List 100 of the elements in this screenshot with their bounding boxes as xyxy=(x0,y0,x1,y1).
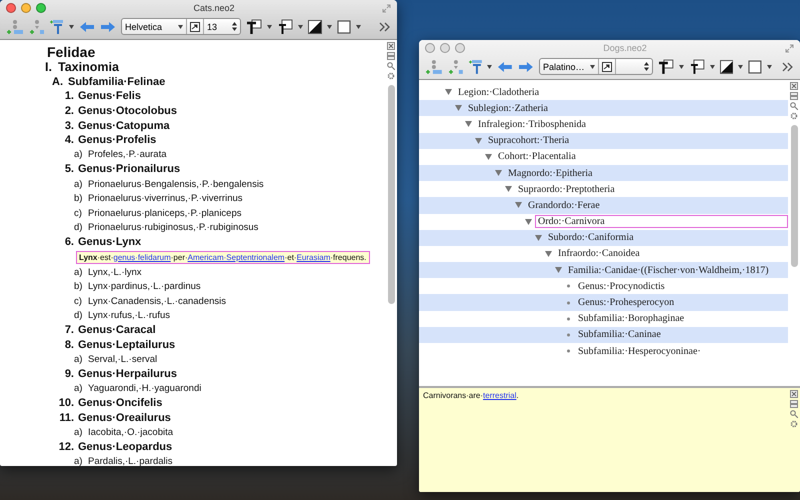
text-style-icon[interactable] xyxy=(658,58,674,74)
close-pane-icon[interactable] xyxy=(790,82,798,90)
fullscreen-icon[interactable] xyxy=(785,44,794,52)
text-style-icon[interactable] xyxy=(246,18,262,34)
disclosure-triangle-icon[interactable] xyxy=(525,218,532,225)
outline-item: Pardalis,·L.·pardalis xyxy=(88,456,172,466)
forward-arrow-icon[interactable] xyxy=(100,20,116,32)
outline-number: a) xyxy=(74,178,84,190)
outline-number: 5. xyxy=(64,163,74,176)
outline-item[interactable]: Supraordo:·Preptotheria xyxy=(515,182,788,196)
settings-icon[interactable] xyxy=(790,420,798,428)
add-child-icon[interactable] xyxy=(448,58,464,74)
border-icon[interactable] xyxy=(748,60,762,74)
document-heading: Felidae xyxy=(47,44,96,60)
overflow-chevron-icon[interactable] xyxy=(379,22,391,32)
caret-icon xyxy=(267,24,272,28)
fullscreen-icon[interactable] xyxy=(382,4,391,12)
hyperlink[interactable]: Americam·Septentrionalem xyxy=(188,252,285,262)
disclosure-triangle-icon[interactable] xyxy=(455,105,462,112)
fill-color-icon[interactable] xyxy=(720,60,734,74)
outline-item: Prionaelurus·rubiginosus,·P.·rubiginosus xyxy=(88,222,258,234)
outline-item[interactable]: Legion:·Cladotheria xyxy=(455,86,788,99)
scrollbar-thumb[interactable] xyxy=(388,85,394,304)
disclosure-triangle-icon[interactable] xyxy=(485,154,492,160)
stepper-icon xyxy=(232,22,237,31)
outline-number: 4. xyxy=(64,134,74,146)
outline-number: a) xyxy=(74,427,84,438)
add-sibling-icon[interactable] xyxy=(6,18,24,34)
outline-item[interactable]: Subfamilia:·Hesperocyoninae· xyxy=(575,344,788,358)
outline-item: Genus·Lynx xyxy=(78,236,142,248)
disclosure-triangle-icon[interactable] xyxy=(505,186,512,192)
outline-item: Lynx·Canadensis,·L.·canadensis xyxy=(88,296,226,307)
note-text: Carnivorans·are·terrestrial. xyxy=(422,390,520,402)
outline-item[interactable]: Subfamilia:·Borophaginae xyxy=(575,312,788,326)
fill-color-icon[interactable] xyxy=(308,20,322,34)
back-arrow-icon[interactable] xyxy=(497,60,514,72)
outline-number: 9. xyxy=(64,368,74,380)
close-pane-icon[interactable] xyxy=(387,42,395,50)
disclosure-triangle-icon[interactable] xyxy=(515,202,522,208)
window-title: Cats.neo2 xyxy=(192,3,236,13)
outline-number: c) xyxy=(74,208,83,219)
caret-icon xyxy=(710,64,715,68)
disclosure-triangle-icon[interactable] xyxy=(535,234,542,241)
outline-number: 1. xyxy=(64,90,74,102)
search-icon[interactable] xyxy=(790,410,798,418)
outline-item: Yaguarondi,·H.·yaguarondi xyxy=(88,383,202,394)
outline-number: a) xyxy=(74,149,84,160)
add-sibling-icon[interactable] xyxy=(425,58,443,74)
outline-number: b) xyxy=(74,281,84,292)
add-heading-icon[interactable] xyxy=(50,18,64,34)
outline-item: Lynx·rufus,·L.·rufus xyxy=(88,310,170,322)
outline-number: 3. xyxy=(64,120,74,132)
outline-item[interactable]: Cohort:·Placentalia xyxy=(495,150,788,164)
scrollbar-thumb[interactable] xyxy=(790,125,798,267)
border-icon[interactable] xyxy=(337,20,351,34)
disclosure-triangle-icon[interactable] xyxy=(445,89,452,96)
font-panel-icon xyxy=(602,62,612,72)
outline-item: Genus·Oreailurus xyxy=(78,412,171,424)
split-pane-icon[interactable] xyxy=(387,52,395,60)
add-heading-icon[interactable] xyxy=(468,58,482,74)
back-arrow-icon[interactable] xyxy=(79,20,95,32)
bullet-icon xyxy=(565,300,572,306)
disclosure-triangle-icon[interactable] xyxy=(495,170,502,176)
disclosure-triangle-icon[interactable] xyxy=(545,250,552,257)
outline-number: a) xyxy=(74,266,84,278)
bullet-icon xyxy=(565,332,572,338)
split-pane-icon[interactable] xyxy=(790,92,798,100)
font-selector[interactable]: Palatino… xyxy=(539,58,654,75)
outline-item: Genus·Herpailurus xyxy=(78,368,178,380)
settings-icon[interactable] xyxy=(387,72,395,80)
add-child-icon[interactable] xyxy=(29,18,45,34)
overflow-chevron-icon[interactable] xyxy=(782,62,794,72)
outline-item[interactable]: Ordo:·Carnivora xyxy=(535,215,788,228)
search-icon[interactable] xyxy=(387,62,395,70)
hyperlink[interactable]: Eurasiam xyxy=(296,252,330,262)
outline-item[interactable]: Infralegion:·Tribosphenida xyxy=(475,118,788,131)
font-selector[interactable]: Helvetica 13 xyxy=(121,18,241,35)
split-pane-icon[interactable] xyxy=(790,400,798,408)
caret-icon xyxy=(356,24,361,28)
close-pane-icon[interactable] xyxy=(790,390,798,398)
outline-number: d) xyxy=(74,310,84,322)
text-box-icon[interactable] xyxy=(688,58,705,74)
font-panel-icon xyxy=(190,22,200,32)
note-text: Lynx·est·genus·felidarum·per·Americam·Septentrionalem·et·Eurasiam·frequens. xyxy=(76,250,370,264)
search-icon[interactable] xyxy=(790,102,798,110)
hyperlink[interactable]: genus·felidarum xyxy=(113,252,171,262)
disclosure-triangle-icon[interactable] xyxy=(555,267,562,274)
disclosure-triangle-icon[interactable] xyxy=(475,138,482,144)
settings-icon[interactable] xyxy=(790,112,798,120)
hyperlink[interactable]: terrestrial xyxy=(483,391,516,400)
outline-number: 6. xyxy=(64,236,74,248)
disclosure-triangle-icon[interactable] xyxy=(465,121,472,128)
outline-item[interactable]: Infraordo:·Canoidea xyxy=(555,247,788,260)
outline-number: a) xyxy=(74,354,84,366)
forward-arrow-icon[interactable] xyxy=(518,60,534,72)
text-box-icon[interactable] xyxy=(277,18,293,34)
outline-item: Subfamilia·Felinae xyxy=(68,76,166,88)
outline-item[interactable]: Genus:·Procynodictis xyxy=(575,280,788,293)
caret-icon xyxy=(327,24,332,28)
bullet-icon xyxy=(565,316,572,322)
